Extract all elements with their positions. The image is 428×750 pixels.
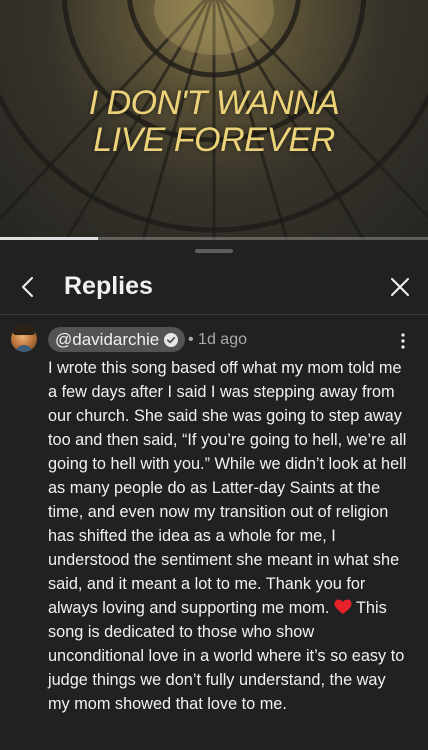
verified-check-icon <box>164 332 179 347</box>
red-heart-icon <box>334 599 352 614</box>
avatar[interactable] <box>11 326 37 352</box>
replies-panel: Replies @davidarchie • 1d ago I wrote th… <box>0 240 428 750</box>
comment-time: • 1d ago <box>188 331 247 348</box>
page-title: Replies <box>64 272 153 300</box>
close-icon <box>391 278 409 296</box>
back-button[interactable] <box>14 273 42 301</box>
header-divider <box>0 314 428 315</box>
author-name: @davidarchie <box>55 329 160 349</box>
video-title-line-1: I DON'T WANNA <box>88 84 340 122</box>
comment-text-part-1: I wrote this song based off what my mom … <box>48 359 407 617</box>
vertical-ellipsis-icon <box>401 333 405 349</box>
replies-header: Replies <box>0 260 428 314</box>
close-button[interactable] <box>386 273 414 301</box>
comment-time-text: 1d ago <box>198 331 247 348</box>
drag-handle[interactable] <box>195 249 233 253</box>
more-options-button[interactable] <box>395 331 411 351</box>
video-title-line-2: LIVE FOREVER <box>93 121 335 159</box>
video-player[interactable]: I DON'T WANNA LIVE FOREVER <box>0 0 428 240</box>
chevron-left-icon <box>22 277 33 297</box>
comment-text: I wrote this song based off what my mom … <box>48 356 408 716</box>
author-chip[interactable]: @davidarchie <box>48 327 186 352</box>
